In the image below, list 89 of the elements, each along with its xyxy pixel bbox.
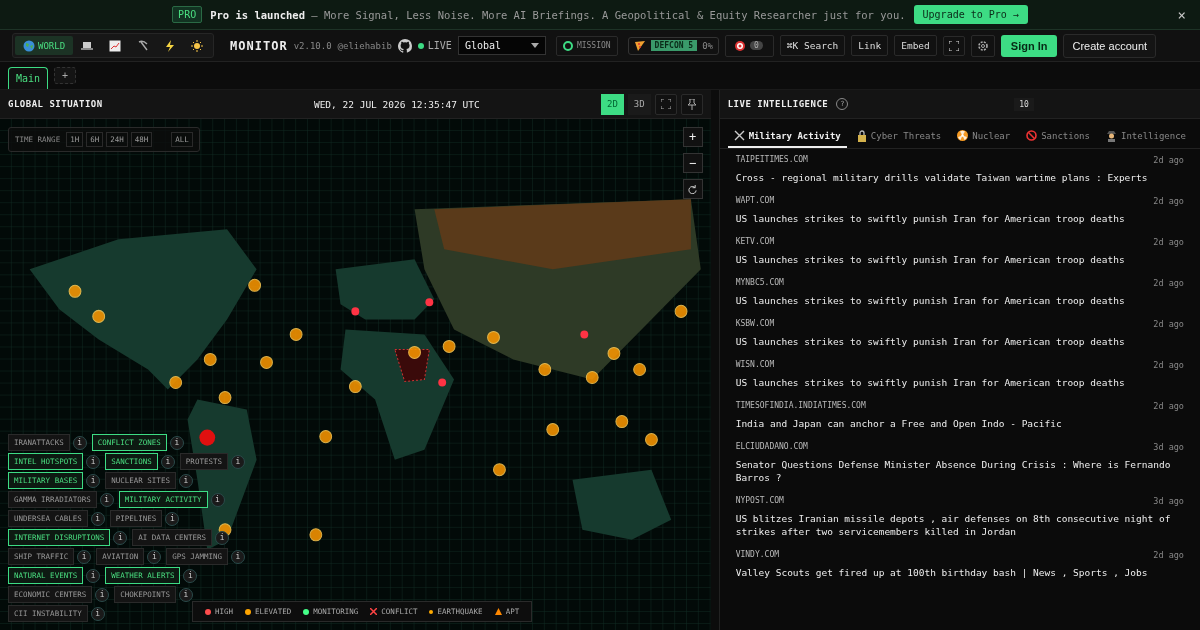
radiation-icon — [957, 130, 969, 141]
pro-badge: PRO — [172, 6, 203, 23]
news-headline[interactable]: US launches strikes to swiftly punish Iran for American troop deaths — [735, 294, 1184, 307]
tab[interactable]: Main — [8, 67, 49, 89]
sign-in-button[interactable]: Sign In — [1000, 34, 1058, 57]
fullscreen-icon — [948, 40, 959, 51]
github-icon[interactable] — [397, 38, 412, 53]
settings-button[interactable] — [970, 34, 995, 57]
fullscreen-button[interactable] — [942, 35, 965, 56]
category-tab[interactable]: Cyber Threats — [850, 125, 948, 148]
view-toggle[interactable]: 3D — [627, 93, 651, 115]
laptop-icon — [81, 40, 94, 51]
news-headline[interactable]: US launches strikes to swiftly punish Iran for American troop deaths — [735, 212, 1184, 225]
fullscreen-button[interactable] — [654, 93, 677, 115]
version-label: v2.10.0 — [293, 40, 332, 51]
globe-icon — [23, 39, 35, 52]
reset-icon — [688, 184, 698, 194]
variant-button[interactable]: WORLD — [15, 36, 74, 55]
panel-title: LIVE INTELLIGENCE — [727, 99, 829, 109]
news-source: WISN.COM — [735, 360, 775, 370]
news-source: KETV.COM — [735, 237, 775, 247]
news-time: 3d ago — [1153, 442, 1184, 452]
news-headline[interactable]: US launches strikes to swiftly punish Iran for American troop deaths — [735, 335, 1184, 348]
detective-icon — [1105, 129, 1117, 142]
news-time: 3d ago — [1153, 496, 1184, 506]
category-tab[interactable]: Sanctions — [1020, 125, 1096, 148]
news-headline[interactable]: US launches strikes to swiftly punish Iran for American troop deaths — [735, 376, 1184, 389]
caret-icon — [530, 43, 539, 48]
app-title: MONITOR — [230, 38, 288, 53]
news-time: 2d ago — [1153, 196, 1184, 206]
zoom-button[interactable]: + — [682, 127, 703, 147]
panel-title: GLOBAL SITUATION — [8, 99, 103, 109]
sun-icon — [191, 39, 204, 52]
fullscreen-icon — [660, 99, 671, 109]
search-button[interactable]: ⌘K Search — [779, 35, 846, 56]
alerts-button[interactable]: 0 — [725, 34, 774, 57]
news-source: KSBW.COM — [735, 319, 775, 329]
news-time: 2d ago — [1153, 550, 1184, 560]
news-headline[interactable]: Cross - regional military drills validate Taiwan wartime plans : Experts — [735, 171, 1184, 184]
author-link[interactable]: @eliehabib — [337, 40, 392, 51]
chart-icon — [109, 39, 122, 52]
create-account-button[interactable]: Create account — [1063, 33, 1157, 58]
category-tab[interactable]: Military Activity — [727, 125, 847, 148]
settings-icon — [976, 39, 989, 52]
news-time: 2d ago — [1153, 278, 1184, 288]
reset-view-button[interactable] — [682, 179, 703, 199]
link-button[interactable]: Link — [851, 35, 889, 56]
pin-icon — [686, 98, 697, 110]
region-select[interactable]: Global — [457, 36, 546, 55]
news-time: 2d ago — [1153, 237, 1184, 247]
alert-count: 0 — [750, 41, 763, 50]
lock-icon — [856, 129, 867, 142]
category-tab[interactable]: Intelligence — [1099, 125, 1192, 148]
news-headline[interactable]: US blitzes Iranian missile depots , air defenses on 8th consecutive night of strikes after two servicemembers killed in Jordan — [735, 512, 1184, 538]
news-source: MYNBC5.COM — [735, 278, 784, 288]
news-time: 2d ago — [1153, 360, 1184, 370]
tab[interactable]: + — [54, 67, 77, 84]
news-headline[interactable]: Senator Questions Defense Minister Absence During Crisis : Where is Fernando Barros ? — [735, 458, 1184, 484]
defcon-badge: DEFCON 5 — [650, 40, 698, 51]
banner-text: Pro is launched – More Signal, Less Noise. More AI Briefings. A Geopolitical & Equity Researcher just for you. — [210, 8, 906, 21]
news-time: 2d ago — [1153, 155, 1184, 165]
news-headline[interactable]: US launches strikes to swiftly punish Iran for American troop deaths — [735, 253, 1184, 266]
target-icon — [734, 39, 746, 52]
embed-button[interactable]: Embed — [894, 35, 937, 56]
defcon-percent: 0% — [702, 40, 713, 51]
pin-button[interactable] — [680, 93, 703, 115]
news-headline[interactable]: Valley Scouts get fired up at 100th birthday bash | News , Sports , Jobs — [735, 566, 1184, 579]
news-source: ELCIUDADANO.COM — [735, 442, 808, 452]
lightning-icon — [165, 39, 176, 52]
news-source: TIMESOFINDIA.INDIATIMES.COM — [735, 401, 866, 411]
live-indicator: LIVE — [417, 40, 452, 51]
clock: WED, 22 JUL 2026 12:35:47 UTC — [312, 98, 480, 110]
pizza-icon — [633, 39, 646, 52]
view-toggle[interactable]: 2D — [601, 93, 624, 115]
zoom-button[interactable]: − — [682, 153, 703, 173]
prohibited-icon — [1026, 130, 1038, 141]
news-source: WAPT.COM — [735, 196, 775, 206]
category-tab[interactable]: Nuclear — [951, 125, 1017, 148]
pickaxe-icon — [137, 39, 150, 52]
news-time: 2d ago — [1153, 401, 1184, 411]
close-button[interactable]: × — [1171, 6, 1192, 24]
upgrade-button[interactable]: Upgrade to Pro → — [913, 5, 1028, 24]
item-count: 10 — [1014, 97, 1034, 111]
news-source: NYPOST.COM — [735, 496, 784, 506]
news-headline[interactable]: India and Japan can anchor a Free and Open Indo - Pacific — [735, 417, 1184, 430]
news-time: 2d ago — [1153, 319, 1184, 329]
news-source: TAIPEITIMES.COM — [735, 155, 808, 165]
news-source: VINDY.COM — [735, 550, 780, 560]
mission-button[interactable]: MISSION — [555, 35, 618, 56]
